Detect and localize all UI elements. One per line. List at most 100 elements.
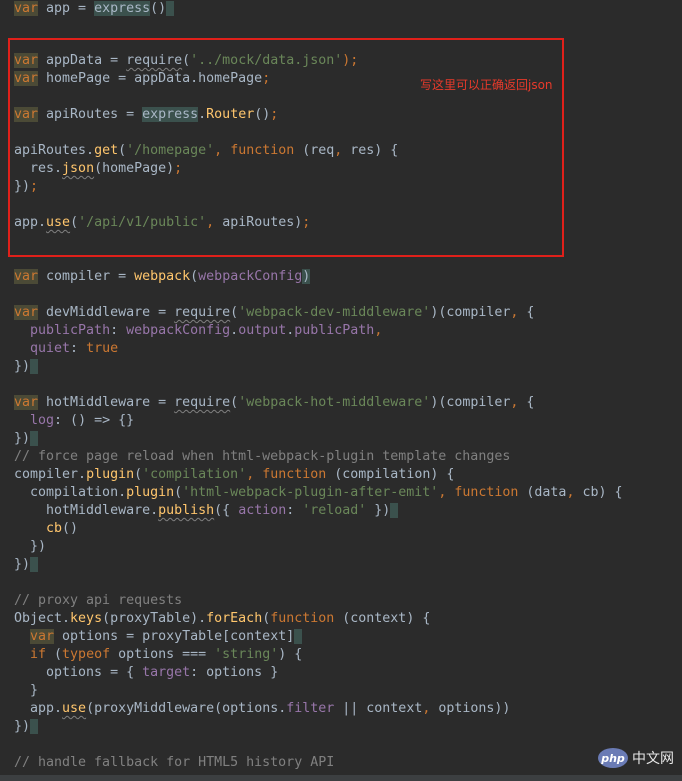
- code-token: options ===: [110, 647, 215, 662]
- code-line-31[interactable]: }): [14, 556, 39, 574]
- code-token: Object.: [14, 611, 71, 626]
- code-token: }: [14, 683, 39, 698]
- code-token: compilation.: [14, 485, 127, 500]
- code-token: ,: [246, 467, 263, 482]
- code-token: [390, 503, 399, 518]
- code-token: keys: [70, 611, 103, 626]
- code-line-28[interactable]: hotMiddleware.publish({ action: 'reload'…: [14, 502, 399, 520]
- code-line-36[interactable]: if (typeof options === 'string') {: [14, 646, 302, 664]
- code-token: :: [70, 341, 87, 356]
- code-token: forEach: [206, 611, 263, 626]
- code-token: (: [174, 485, 183, 500]
- code-line-22[interactable]: var hotMiddleware = require('webpack-hot…: [14, 394, 534, 412]
- code-line-34[interactable]: Object.keys(proxyTable).forEach(function…: [14, 610, 430, 628]
- code-token: (: [230, 305, 239, 320]
- code-line-20[interactable]: }): [14, 358, 39, 376]
- code-token: true: [86, 341, 119, 356]
- code-token: (: [190, 269, 199, 284]
- code-token: (proxyMiddleware(options.: [86, 701, 287, 716]
- code-line-39[interactable]: app.use(proxyMiddleware(options.filter |…: [14, 700, 510, 718]
- code-token: var: [14, 269, 39, 284]
- code-token: ,: [438, 485, 455, 500]
- code-token: )(compiler: [430, 395, 511, 410]
- code-token: }): [14, 539, 47, 554]
- code-line-19[interactable]: quiet: true: [14, 340, 118, 358]
- code-token: [30, 719, 39, 734]
- code-line-25[interactable]: // force page reload when html-webpack-p…: [14, 448, 510, 466]
- code-token: .: [230, 323, 239, 338]
- code-token: }): [14, 719, 31, 734]
- code-line-15[interactable]: var compiler = webpack(webpackConfig): [14, 268, 311, 286]
- code-token: [30, 431, 39, 446]
- code-token: :: [286, 503, 303, 518]
- code-token: (data: [518, 485, 567, 500]
- code-line-18[interactable]: publicPath: webpackConfig.output.publicP…: [14, 322, 382, 340]
- code-token: filter: [286, 701, 335, 716]
- code-token: cb) {: [582, 485, 623, 500]
- code-line-26[interactable]: compiler.plugin('compilation', function …: [14, 466, 454, 484]
- code-token: express: [94, 1, 151, 16]
- code-token: publicPath: [294, 323, 375, 338]
- code-token: }): [366, 503, 391, 518]
- php-logo-icon: php: [598, 748, 628, 768]
- code-line-27[interactable]: compilation.plugin('html-webpack-plugin-…: [14, 484, 622, 502]
- code-token: if: [30, 647, 47, 662]
- code-token: use: [62, 701, 87, 716]
- code-token: ,: [510, 395, 527, 410]
- code-token: (context) {: [334, 611, 431, 626]
- code-token: (): [62, 521, 79, 536]
- code-token: publicPath: [30, 323, 111, 338]
- code-line-40[interactable]: }): [14, 718, 39, 736]
- code-token: ({: [214, 503, 239, 518]
- code-line-30[interactable]: }): [14, 538, 46, 556]
- code-line-42[interactable]: // handle fallback for HTML5 history API: [14, 754, 334, 772]
- code-token: hotMiddleware =: [38, 395, 175, 410]
- code-token: [30, 557, 39, 572]
- code-line-17[interactable]: var devMiddleware = require('webpack-dev…: [14, 304, 534, 322]
- code-token: ,: [374, 323, 383, 338]
- code-token: function: [270, 611, 335, 626]
- code-token: plugin: [86, 467, 135, 482]
- code-token: app =: [38, 1, 95, 16]
- code-token: [30, 359, 39, 374]
- code-token: options = proxyTable[context]: [54, 629, 295, 644]
- code-token: // force page reload when html-webpack-p…: [14, 449, 511, 464]
- code-line-29[interactable]: cb(): [14, 520, 78, 538]
- editor-bottom-bar: [0, 775, 682, 781]
- code-line-35[interactable]: var options = proxyTable[context]: [14, 628, 303, 646]
- watermark-text: 中文网: [632, 751, 674, 767]
- code-token: (proxyTable).: [102, 611, 207, 626]
- code-line-1[interactable]: var app = express(): [14, 0, 175, 18]
- code-token: options = {: [14, 665, 143, 680]
- code-token: ) {: [278, 647, 303, 662]
- code-token: var: [14, 1, 39, 16]
- code-token: ): [302, 269, 311, 284]
- code-token: var: [14, 305, 39, 320]
- code-token: quiet: [30, 341, 71, 356]
- code-token: output: [238, 323, 287, 338]
- code-token: (: [134, 467, 143, 482]
- code-token: (): [150, 1, 167, 16]
- code-token: function: [262, 467, 327, 482]
- code-token: webpackConfig: [126, 323, 231, 338]
- code-line-38[interactable]: }: [14, 682, 38, 700]
- code-token: 'webpack-dev-middleware': [238, 305, 431, 320]
- code-token: require: [174, 305, 231, 320]
- code-line-33[interactable]: // proxy api requests: [14, 592, 182, 610]
- code-line-37[interactable]: options = { target: options }: [14, 664, 278, 682]
- code-token: hotMiddleware.: [14, 503, 159, 518]
- code-token: :: [110, 323, 127, 338]
- code-line-23[interactable]: log: () => {}: [14, 412, 134, 430]
- code-token: }): [14, 557, 31, 572]
- code-line-24[interactable]: }): [14, 430, 39, 448]
- code-token: action: [238, 503, 287, 518]
- code-token: ,: [510, 305, 527, 320]
- annotation-highlight-box: [8, 38, 564, 257]
- code-token: {: [526, 395, 535, 410]
- code-token: plugin: [126, 485, 175, 500]
- code-token: [294, 629, 303, 644]
- code-token: [166, 1, 175, 16]
